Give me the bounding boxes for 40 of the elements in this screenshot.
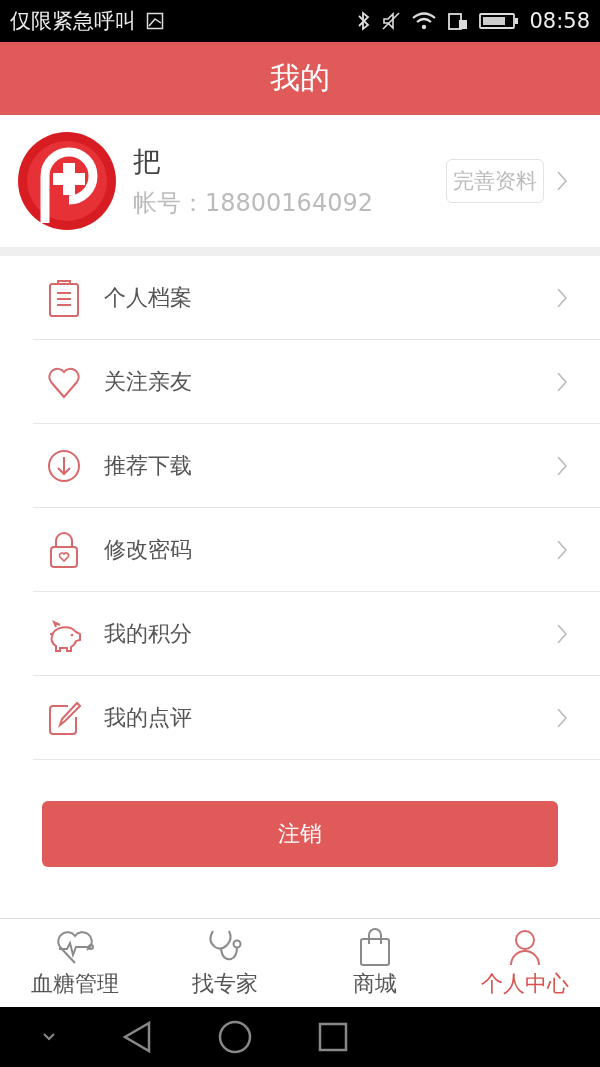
page-title: 我的 (270, 59, 330, 97)
chevron-right-icon (556, 538, 568, 561)
chevron-right-icon (556, 454, 568, 477)
tab[interactable]: 商城 (300, 919, 450, 1007)
tab[interactable]: 个人中心 (450, 919, 600, 1007)
chevron-right-icon (556, 370, 568, 393)
recent-apps-icon[interactable] (318, 1022, 348, 1052)
collapse-icon[interactable] (42, 1032, 56, 1042)
home-icon[interactable] (218, 1020, 252, 1054)
tab[interactable]: 找专家 (150, 919, 300, 1007)
menu-item[interactable]: 我的积分 (33, 592, 600, 676)
logout-button[interactable]: 注销 (42, 801, 558, 867)
menu-item[interactable]: 关注亲友 (33, 340, 600, 424)
back-icon[interactable] (122, 1020, 152, 1054)
menu-label: 我的点评 (104, 703, 193, 732)
app-logo-icon (17, 131, 117, 231)
carrier-text: 仅限紧急呼叫 (10, 8, 136, 35)
menu-item[interactable]: 推荐下载 (33, 424, 600, 508)
account-number: 帐号：18800164092 (133, 188, 374, 219)
clock-text: 08:58 (529, 9, 590, 33)
muted-speaker-icon (381, 11, 402, 31)
menu-label: 个人档案 (104, 283, 193, 312)
sim-card-icon (447, 11, 470, 31)
chevron-right-icon (556, 622, 568, 645)
tab[interactable]: 血糖管理 (0, 919, 150, 1007)
chevron-right-icon (556, 286, 568, 309)
menu-label: 推荐下载 (104, 451, 193, 480)
clipboard-icon (46, 277, 82, 318)
image-icon (146, 12, 164, 30)
bluetooth-icon (357, 11, 372, 31)
menu-label: 我的积分 (104, 619, 193, 648)
wifi-icon (411, 11, 438, 31)
user-name: 把 (133, 144, 162, 180)
menu-item[interactable]: 我的点评 (33, 676, 600, 760)
battery-icon (479, 11, 520, 31)
menu-item[interactable]: 个人档案 (33, 256, 600, 340)
menu-label: 修改密码 (104, 535, 193, 564)
menu-item[interactable]: 修改密码 (33, 508, 600, 592)
menu-label: 关注亲友 (104, 367, 193, 396)
chevron-right-icon (556, 706, 568, 729)
